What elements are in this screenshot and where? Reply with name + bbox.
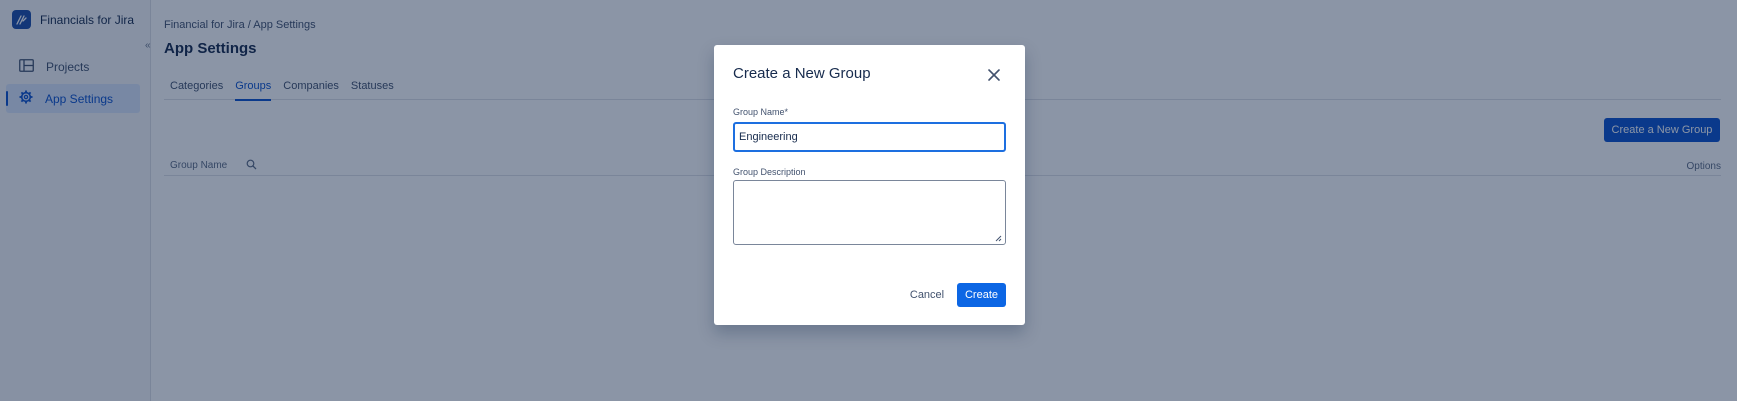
create-button[interactable]: Create	[957, 283, 1006, 307]
group-name-label: Group Name*	[733, 107, 789, 117]
resize-handle-icon[interactable]	[995, 234, 1002, 244]
group-description-label: Group Description	[733, 167, 806, 177]
group-description-input[interactable]	[733, 180, 1006, 245]
create-group-dialog: Create a New Group Group Name* Group Des…	[714, 45, 1025, 325]
group-name-input[interactable]	[733, 122, 1006, 152]
close-icon[interactable]	[986, 67, 1002, 83]
cancel-button[interactable]: Cancel	[905, 283, 949, 307]
dialog-title: Create a New Group	[733, 65, 871, 82]
